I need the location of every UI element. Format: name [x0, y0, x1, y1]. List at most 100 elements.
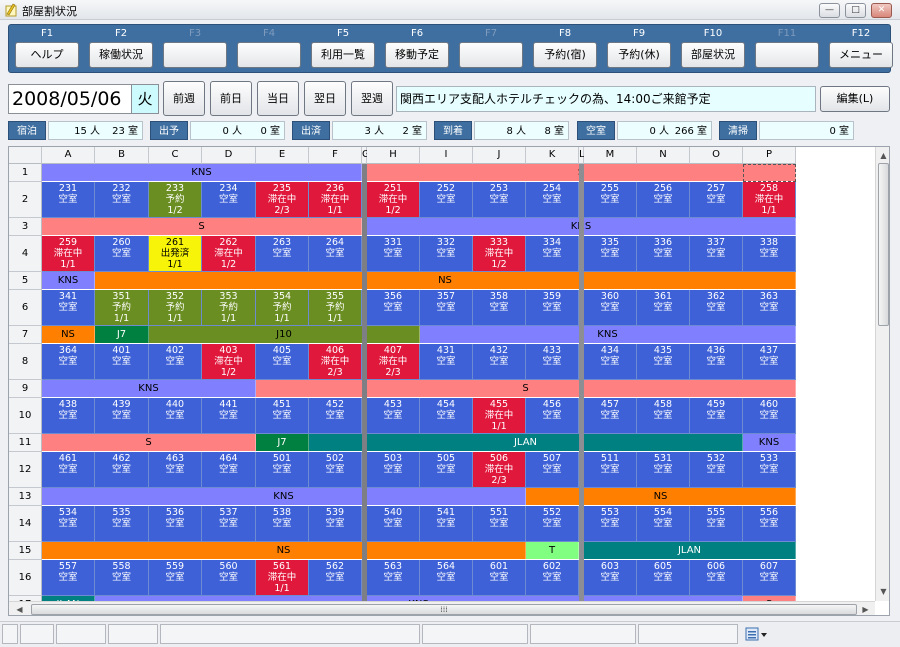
room-cell[interactable]: 407 滞在中 2/3: [367, 344, 420, 380]
room-cell[interactable]: 454 空室: [420, 398, 473, 434]
group-band-s[interactable]: S: [42, 218, 362, 235]
fkey-f1-button[interactable]: ヘルプ: [15, 42, 79, 68]
room-cell[interactable]: 451 空室: [256, 398, 309, 434]
row-header-7[interactable]: 7: [9, 326, 42, 344]
room-cell[interactable]: 603 空室: [584, 560, 637, 596]
room-cell[interactable]: 351 予約 1/1: [95, 290, 149, 326]
room-cell[interactable]: 341 空室: [42, 290, 95, 326]
room-cell[interactable]: 439 空室: [95, 398, 149, 434]
today-button[interactable]: 当日: [257, 81, 299, 116]
room-cell[interactable]: 436 空室: [690, 344, 743, 380]
room-cell[interactable]: 338 空室: [743, 236, 796, 272]
room-cell[interactable]: 361 空室: [637, 290, 690, 326]
room-cell[interactable]: 437 空室: [743, 344, 796, 380]
room-cell[interactable]: 363 空室: [743, 290, 796, 326]
room-cell[interactable]: 534 空室: [42, 506, 95, 542]
room-cell[interactable]: 332 空室: [420, 236, 473, 272]
room-cell[interactable]: 254 空室: [526, 182, 579, 218]
room-cell[interactable]: 406 滞在中 2/3: [309, 344, 362, 380]
column-header-o[interactable]: O: [690, 147, 743, 164]
row-header-3[interactable]: 3: [9, 218, 42, 236]
room-cell[interactable]: 559 空室: [149, 560, 202, 596]
room-cell[interactable]: 357 空室: [420, 290, 473, 326]
group-band-kns[interactable]: KNS: [42, 164, 362, 181]
room-cell[interactable]: 432 空室: [473, 344, 526, 380]
room-cell[interactable]: 431 空室: [420, 344, 473, 380]
room-cell[interactable]: 257 空室: [690, 182, 743, 218]
horizontal-scrollbar[interactable]: ◀ ⁞⁞⁞ ▶: [9, 601, 875, 615]
room-cell[interactable]: 554 空室: [637, 506, 690, 542]
row-header-5[interactable]: 5: [9, 272, 42, 290]
group-band-jlan[interactable]: JLAN: [584, 542, 796, 559]
room-cell[interactable]: 333 滞在中 1/2: [473, 236, 526, 272]
room-cell[interactable]: 455 滞在中 1/1: [473, 398, 526, 434]
room-cell[interactable]: 337 空室: [690, 236, 743, 272]
room-cell[interactable]: 354 予約 1/1: [256, 290, 309, 326]
room-cell[interactable]: 253 空室: [473, 182, 526, 218]
room-cell[interactable]: 405 空室: [256, 344, 309, 380]
room-cell[interactable]: 463 空室: [149, 452, 202, 488]
room-cell[interactable]: 401 空室: [95, 344, 149, 380]
scroll-right-icon[interactable]: ▶: [859, 603, 872, 615]
room-cell[interactable]: 606 空室: [690, 560, 743, 596]
room-cell[interactable]: 553 空室: [584, 506, 637, 542]
room-cell[interactable]: 536 空室: [149, 506, 202, 542]
fkey-f12-button[interactable]: メニュー: [829, 42, 893, 68]
room-cell[interactable]: 252 空室: [420, 182, 473, 218]
room-cell[interactable]: 601 空室: [473, 560, 526, 596]
row-header-12[interactable]: 12: [9, 452, 42, 488]
room-cell[interactable]: 336 空室: [637, 236, 690, 272]
maximize-button[interactable]: □: [845, 3, 866, 18]
room-cell[interactable]: 260 空室: [95, 236, 149, 272]
edit-button[interactable]: 編集(L): [820, 86, 890, 112]
group-band-t[interactable]: T: [526, 542, 579, 559]
list-view-icon[interactable]: [745, 627, 769, 642]
room-cell[interactable]: 539 空室: [309, 506, 362, 542]
room-cell[interactable]: 356 空室: [367, 290, 420, 326]
column-header-p[interactable]: P: [743, 147, 796, 164]
group-band-kns[interactable]: KNS: [42, 272, 95, 289]
room-cell[interactable]: 440 空室: [149, 398, 202, 434]
group-band-kns[interactable]: KNS: [420, 326, 796, 343]
column-header-e[interactable]: E: [256, 147, 309, 164]
room-cell[interactable]: 261 出発済 1/1: [149, 236, 202, 272]
group-band-ns[interactable]: NS: [526, 488, 796, 505]
room-cell[interactable]: 358 空室: [473, 290, 526, 326]
fkey-f5-button[interactable]: 利用一覧: [311, 42, 375, 68]
room-cell[interactable]: 503 空室: [367, 452, 420, 488]
group-band-j10[interactable]: J10: [149, 326, 420, 343]
group-band-ns[interactable]: NS: [42, 326, 95, 343]
room-cell[interactable]: 459 空室: [690, 398, 743, 434]
fkey-f10-button[interactable]: 部屋状況: [681, 42, 745, 68]
room-cell[interactable]: 402 空室: [149, 344, 202, 380]
row-header-13[interactable]: 13: [9, 488, 42, 506]
row-header-6[interactable]: 6: [9, 290, 42, 326]
column-header-m[interactable]: M: [584, 147, 637, 164]
row-header-8[interactable]: 8: [9, 344, 42, 380]
room-cell[interactable]: 552 空室: [526, 506, 579, 542]
room-cell[interactable]: 264 空室: [309, 236, 362, 272]
room-cell[interactable]: 235 滞在中 2/3: [256, 182, 309, 218]
room-cell[interactable]: 507 空室: [526, 452, 579, 488]
fkey-f8-button[interactable]: 予約(宿): [533, 42, 597, 68]
group-band-j7[interactable]: J7: [256, 434, 309, 451]
column-header-f[interactable]: F: [309, 147, 362, 164]
room-cell[interactable]: 501 空室: [256, 452, 309, 488]
room-cell[interactable]: 541 空室: [420, 506, 473, 542]
column-header-k[interactable]: K: [526, 147, 579, 164]
room-cell[interactable]: 558 空室: [95, 560, 149, 596]
column-header-i[interactable]: I: [420, 147, 473, 164]
room-cell[interactable]: 533 空室: [743, 452, 796, 488]
fkey-f6-button[interactable]: 移動予定: [385, 42, 449, 68]
room-cell[interactable]: 251 滞在中 1/2: [367, 182, 420, 218]
room-cell[interactable]: 255 空室: [584, 182, 637, 218]
room-cell[interactable]: 364 空室: [42, 344, 95, 380]
room-cell[interactable]: 452 空室: [309, 398, 362, 434]
room-cell[interactable]: 453 空室: [367, 398, 420, 434]
column-header-c[interactable]: C: [149, 147, 202, 164]
room-cell[interactable]: 458 空室: [637, 398, 690, 434]
room-cell[interactable]: 434 空室: [584, 344, 637, 380]
date-field[interactable]: 2008/05/06: [8, 84, 132, 114]
room-cell[interactable]: 535 空室: [95, 506, 149, 542]
room-cell[interactable]: 563 空室: [367, 560, 420, 596]
